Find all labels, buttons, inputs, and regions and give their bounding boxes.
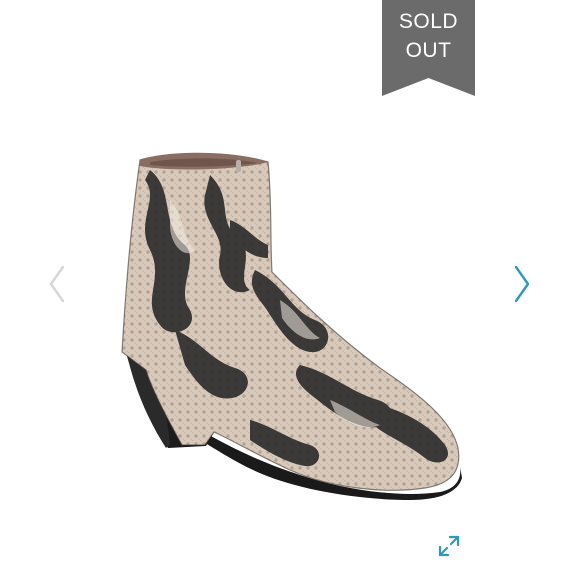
product-image — [121, 152, 462, 500]
expand-arrows-icon — [438, 535, 460, 557]
sold-out-badge: SOLD OUT — [382, 0, 475, 96]
chevron-left-icon — [49, 265, 65, 303]
previous-image-button[interactable] — [42, 262, 72, 306]
next-image-button[interactable] — [507, 262, 537, 306]
sold-out-label: SOLD OUT — [382, 7, 475, 65]
sold-label-line2: OUT — [405, 39, 452, 62]
expand-image-button[interactable] — [434, 531, 464, 561]
chevron-right-icon — [514, 265, 530, 303]
product-image-viewer: SOLD OUT — [0, 0, 580, 580]
sold-label-line1: SOLD — [398, 10, 459, 33]
